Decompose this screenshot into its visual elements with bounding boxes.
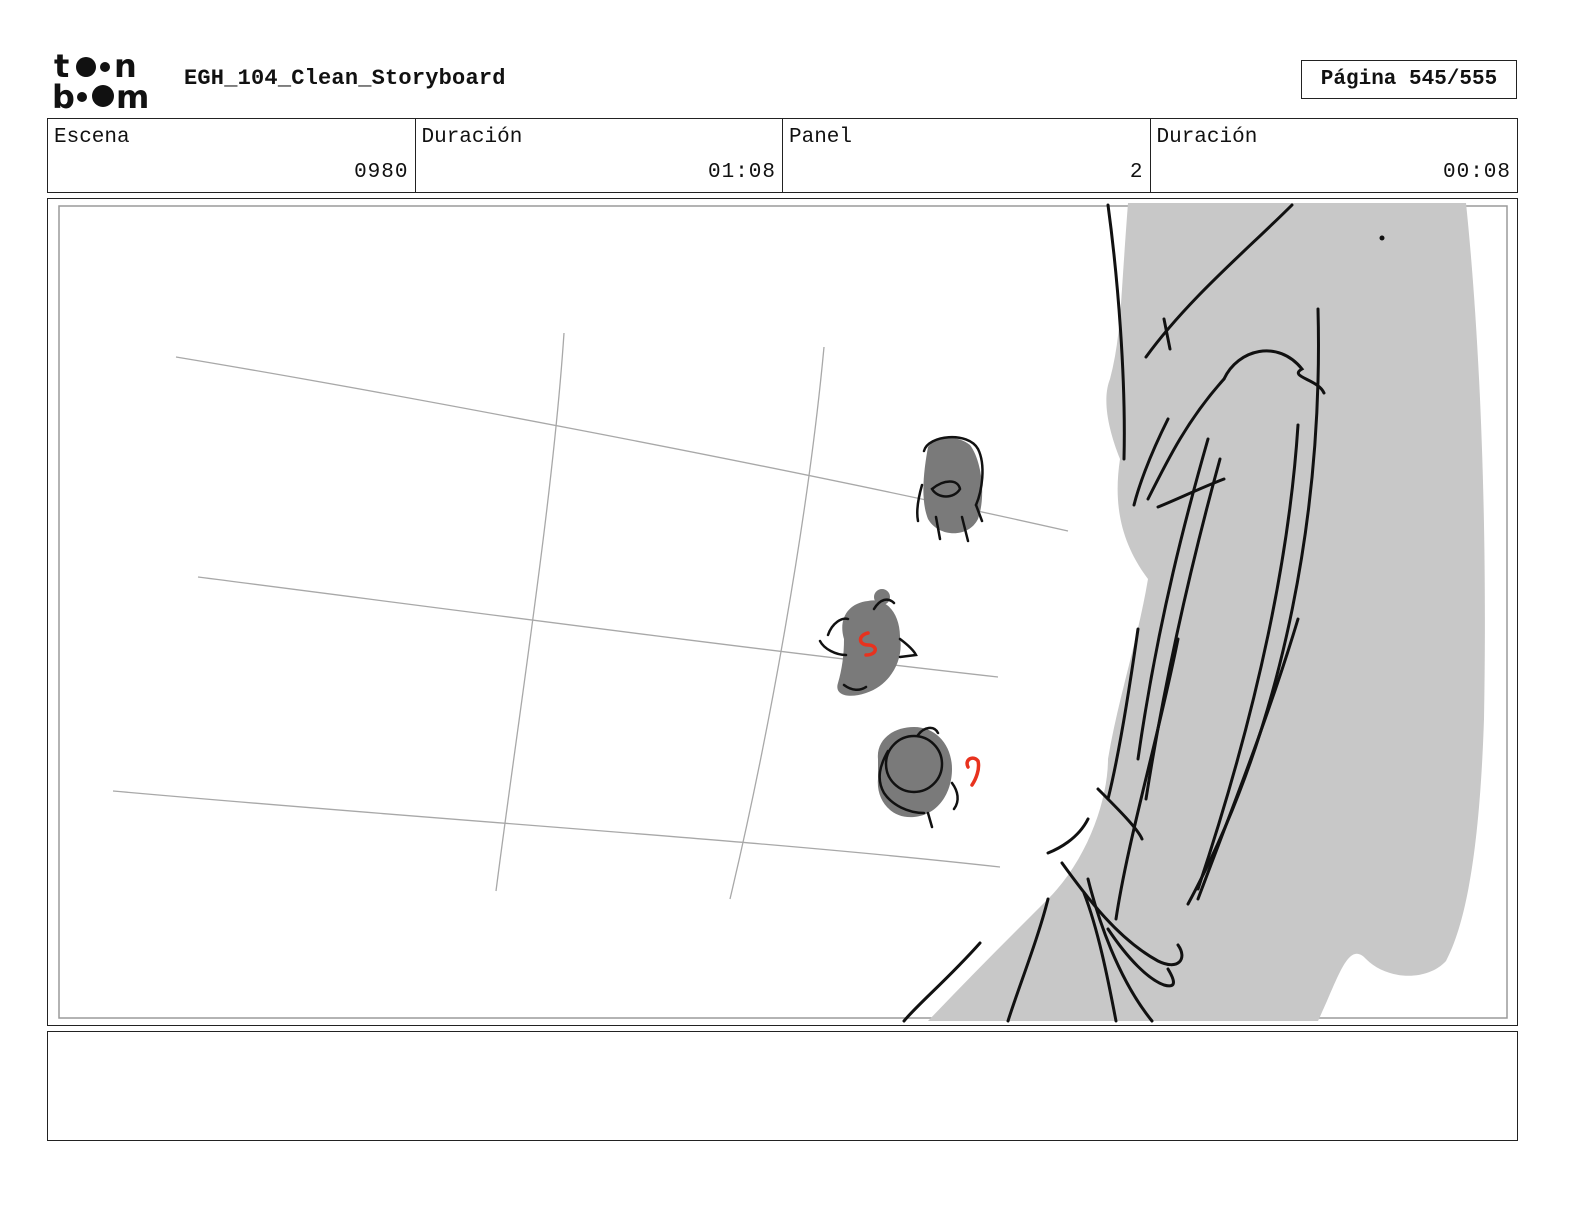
character-red-mark: [965, 756, 981, 787]
foreground-gray-mass: [928, 203, 1485, 1021]
logo-dot: [76, 57, 96, 77]
panel-value: 2: [1129, 161, 1144, 184]
scene-duration-cell: Duración 01:08: [414, 119, 783, 192]
scene-value: 0980: [354, 161, 409, 184]
logo-letter-m: m: [116, 78, 149, 112]
panel-duration-label: Duración: [1156, 126, 1258, 149]
logo-dot: [100, 62, 110, 72]
panel-duration-cell: Duración 00:08: [1149, 119, 1518, 192]
character-body: [837, 600, 901, 696]
scene-cell: Escena 0980: [48, 119, 415, 192]
grid-line: [112, 790, 1001, 868]
toon-boom-logo: t n b m: [52, 47, 164, 116]
scene-info-table: Escena 0980 Duración 01:08 Panel 2 Durac…: [47, 118, 1518, 193]
ink-dot: [1379, 235, 1385, 241]
panel-duration-value: 00:08: [1442, 161, 1511, 184]
panel-label: Panel: [789, 126, 853, 149]
logo-dot: [77, 92, 87, 102]
character-outline: [950, 781, 959, 811]
panel-cell: Panel 2: [782, 119, 1150, 192]
character-outline: [898, 637, 918, 659]
scene-duration-label: Duración: [421, 126, 523, 149]
scene-duration-value: 01:08: [707, 161, 776, 184]
logo-dot: [92, 85, 114, 107]
character-body: [923, 437, 983, 534]
character-head-blob: [874, 589, 890, 605]
logo-letter-b: b: [52, 78, 75, 112]
grid-line: [729, 346, 825, 900]
character-middle: [818, 589, 918, 696]
storyboard-sketch-image: [58, 203, 1508, 1023]
character-outline: [926, 811, 934, 829]
character-outline: [915, 483, 924, 523]
page-indicator: Página 545/555: [1301, 60, 1517, 99]
ink-stroke: [1046, 817, 1090, 855]
page-indicator-text: Página 545/555: [1320, 68, 1498, 91]
storyboard-panel: [47, 198, 1518, 1026]
toon-boom-logo-icon: t n b m: [52, 47, 149, 116]
character-bottom: [877, 726, 981, 829]
document-title: EGH_104_Clean_Storyboard: [184, 66, 506, 91]
panel-notes-box: [47, 1031, 1518, 1141]
character-outline: [818, 639, 848, 657]
scene-label: Escena: [54, 126, 130, 149]
character-top: [915, 435, 984, 543]
